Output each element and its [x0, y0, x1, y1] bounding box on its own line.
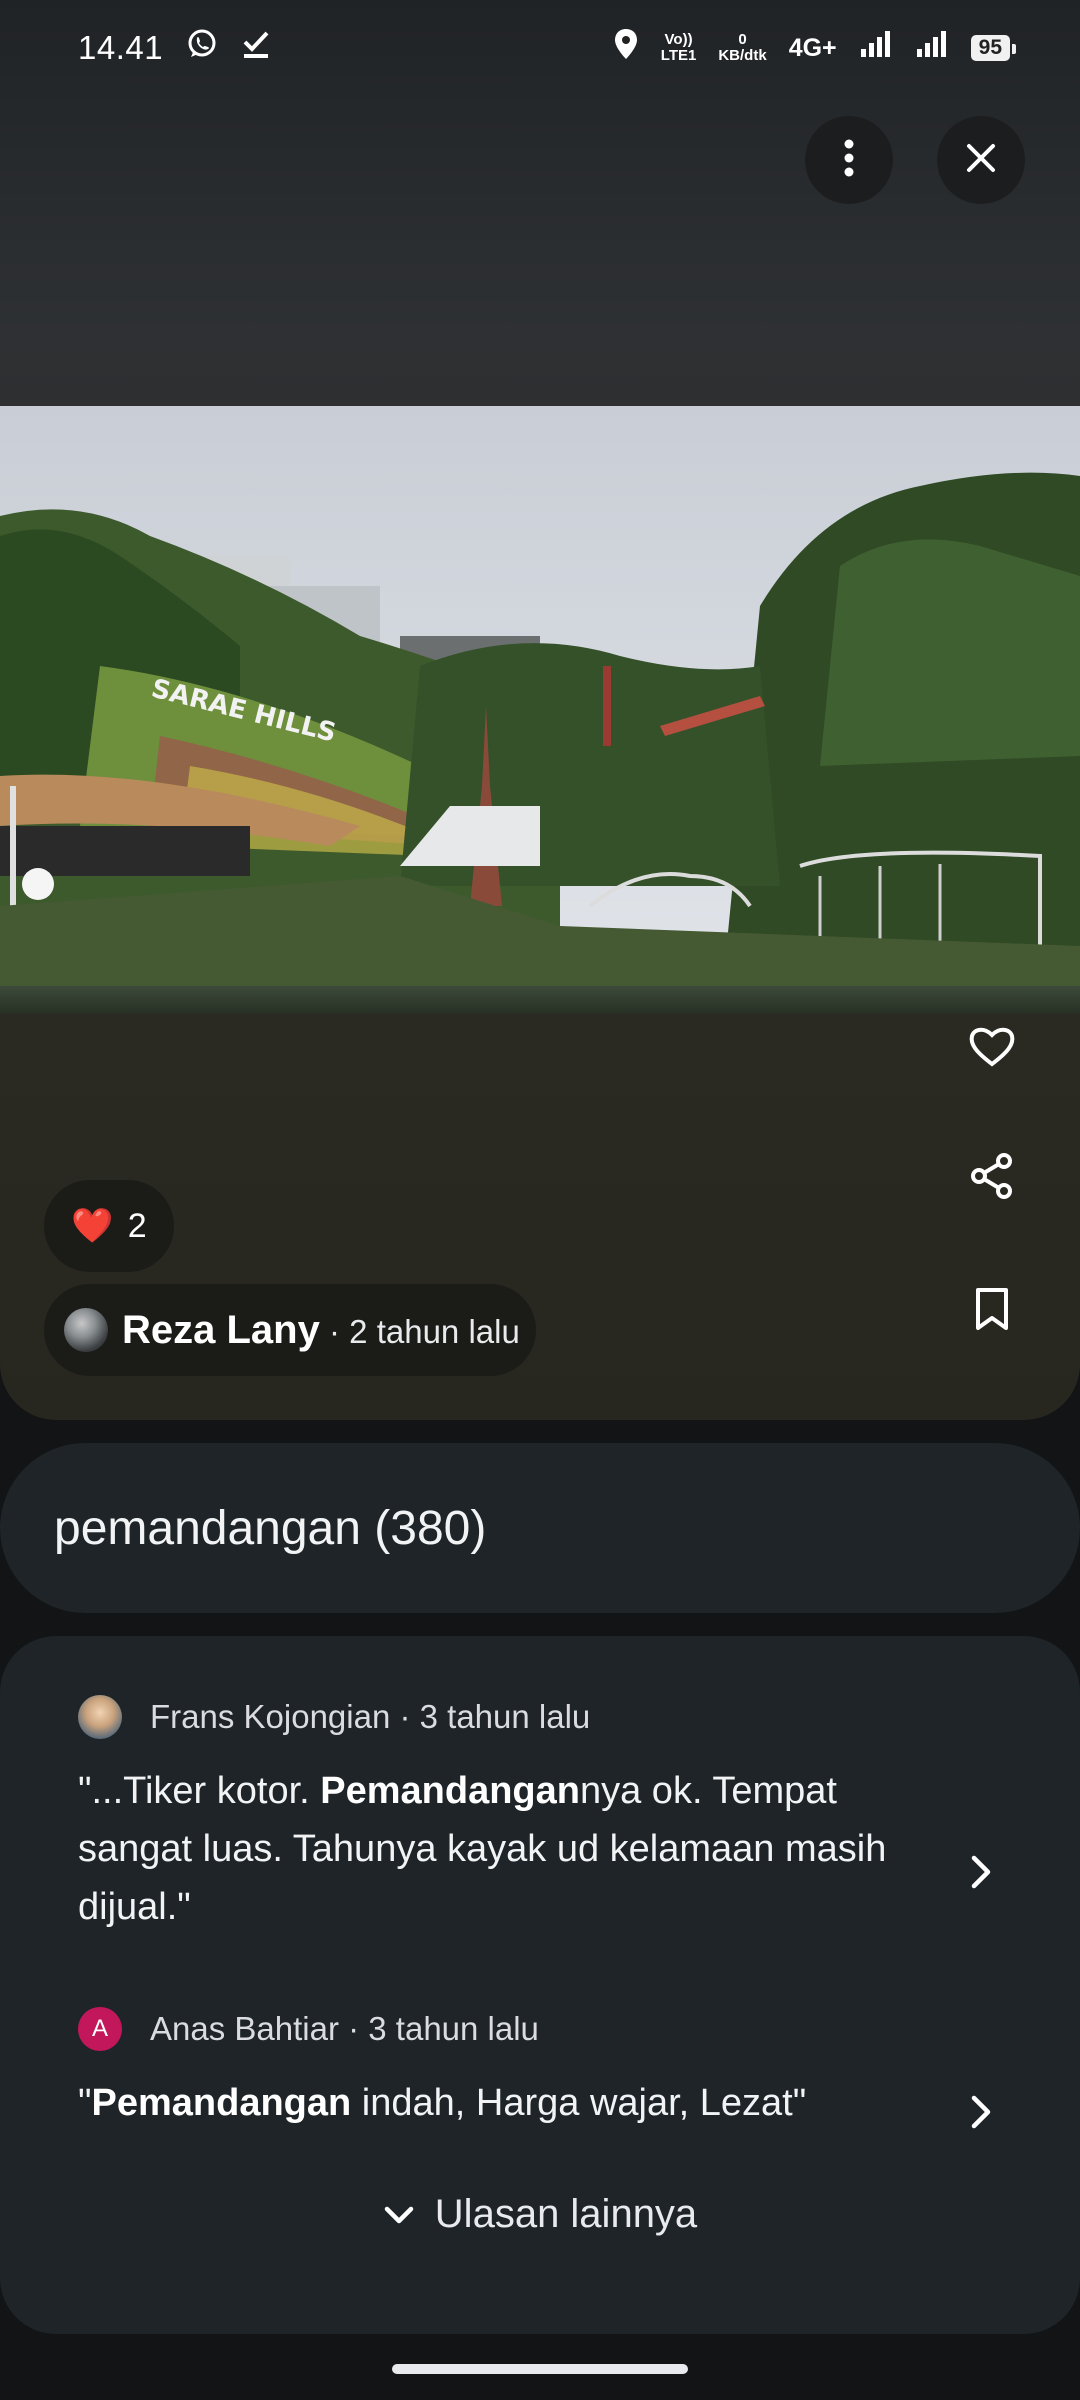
- status-bar: 14.41 Vo)) LTE1 0 KB/dtk 4G+ 95: [0, 0, 1080, 96]
- heart-filled-icon: ❤️: [71, 1207, 114, 1245]
- like-count: 2: [127, 1206, 147, 1245]
- chevron-down-icon: [383, 2192, 415, 2237]
- author-label: Reza Lany · 2 tahun lalu: [122, 1308, 520, 1353]
- chevron-right-icon: [960, 2092, 1000, 2132]
- home-indicator[interactable]: [392, 2364, 688, 2374]
- bookmark-icon: [974, 1287, 1010, 1336]
- more-options-button[interactable]: [805, 116, 893, 204]
- whatsapp-icon: [185, 27, 219, 69]
- more-reviews-button[interactable]: Ulasan lainnya: [0, 2192, 1080, 2237]
- heart-outline-icon: [968, 1024, 1016, 1073]
- more-reviews-label: Ulasan lainnya: [434, 2192, 698, 2236]
- check-download-icon: [241, 28, 271, 68]
- photo-viewer: 14.41 Vo)) LTE1 0 KB/dtk 4G+ 95 SARAE HI…: [0, 0, 1080, 1420]
- like-count-pill[interactable]: ❤️ 2: [44, 1180, 174, 1272]
- close-button[interactable]: [937, 116, 1025, 204]
- review-item[interactable]: A Anas Bahtiar · 3 tahun lalu "Pemandang…: [78, 2004, 998, 2132]
- close-icon: [965, 142, 997, 179]
- volte-indicator: Vo)) LTE1: [660, 31, 697, 64]
- review-author: Anas Bahtiar · 3 tahun lalu: [150, 2010, 539, 2047]
- review-text: "...Tiker kotor. Pemandangannya ok. Temp…: [78, 1770, 887, 1928]
- avatar: A: [78, 2007, 122, 2051]
- share-button[interactable]: [962, 1148, 1022, 1208]
- location-icon: [613, 28, 639, 68]
- clock: 14.41: [78, 29, 164, 66]
- author-name: Reza Lany: [122, 1307, 320, 1352]
- network-speed: 0 KB/dtk: [718, 31, 767, 64]
- avatar: [78, 1695, 122, 1739]
- more-vert-icon: [843, 138, 855, 183]
- review-text: "Pemandangan indah, Harga wajar, Lezat": [78, 2082, 807, 2124]
- signal-icon: [915, 29, 949, 67]
- save-button[interactable]: [962, 1281, 1022, 1341]
- like-photo-button[interactable]: [962, 1018, 1022, 1078]
- avatar: [64, 1308, 108, 1352]
- battery-indicator: 95: [970, 35, 1017, 61]
- chevron-right-icon: [960, 1852, 1000, 1892]
- topic-header: pemandangan (380): [0, 1443, 1080, 1613]
- share-icon: [970, 1152, 1014, 1205]
- author-time: · 2 tahun lalu: [319, 1312, 520, 1350]
- photo-author-pill[interactable]: Reza Lany · 2 tahun lalu: [44, 1284, 536, 1376]
- review-author: Frans Kojongian · 3 tahun lalu: [150, 1698, 591, 1735]
- place-photo[interactable]: SARAE HILLS: [0, 406, 1080, 1014]
- topic-label: pemandangan (380): [54, 1501, 487, 1555]
- review-item[interactable]: Frans Kojongian · 3 tahun lalu "...Tiker…: [78, 1692, 998, 1936]
- signal-icon: [859, 29, 893, 67]
- network-type: 4G+: [788, 33, 837, 62]
